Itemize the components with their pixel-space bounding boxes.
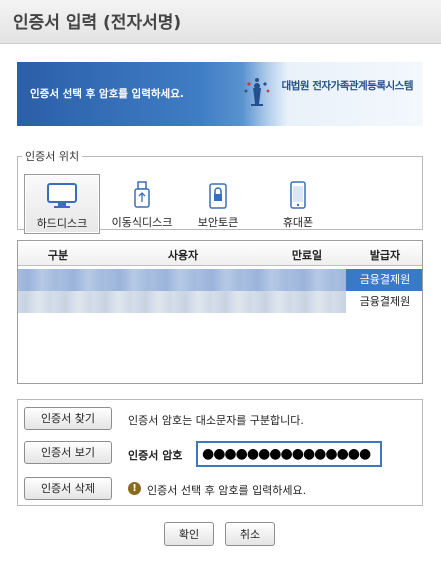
issuer-cell: 금융결제원: [346, 269, 422, 291]
banner: 인증서 선택 후 암호를 입력하세요. 대법원 전자가족관계등록시스템: [17, 62, 423, 126]
location-mobile-phone[interactable]: 휴대폰: [260, 174, 336, 234]
court-emblem-icon: [244, 78, 270, 106]
title-bar: 인증서 입력 (전자서명): [0, 0, 441, 44]
cert-location-legend: 인증서 위치: [25, 150, 80, 163]
cert-location-group: 인증서 위치 하드디스크 이동식디스크 보안토큰 휴대폰: [17, 148, 423, 234]
location-removable-disk[interactable]: 이동식디스크: [104, 174, 180, 234]
password-input[interactable]: ●●●●●●●●●●●●●●●: [196, 441, 382, 467]
column-header-user[interactable]: 사용자: [98, 247, 268, 263]
case-sensitive-notice: 인증서 암호는 대소문자를 구분합니다.: [128, 414, 304, 427]
column-header-type[interactable]: 구분: [18, 247, 98, 263]
redacted-cert-info: [18, 291, 346, 313]
window-title: 인증서 입력 (전자서명): [13, 13, 182, 33]
cancel-button[interactable]: 취소: [225, 522, 275, 546]
password-panel: 인증서 찾기 인증서 보기 인증서 삭제 인증서 암호는 대소문자를 구분합니다…: [17, 399, 423, 506]
issuer-cell: 금융결제원: [359, 295, 411, 308]
column-header-expiry[interactable]: 만료일: [268, 247, 346, 263]
ok-button[interactable]: 확인: [164, 522, 214, 546]
location-label: 휴대폰: [282, 216, 314, 229]
banner-text: 인증서 선택 후 암호를 입력하세요.: [30, 88, 184, 100]
warning-text: 인증서 선택 후 암호를 입력하세요.: [147, 484, 307, 497]
certificate-list-header: 구분 사용자 만료일 발급자: [18, 241, 422, 266]
table-row[interactable]: 금융결제원: [18, 291, 422, 313]
location-label: 보안토큰: [197, 216, 239, 229]
redacted-cert-info: [18, 269, 346, 291]
monitor-icon: [47, 183, 77, 208]
table-row[interactable]: 금융결제원: [18, 269, 422, 291]
location-label: 하드디스크: [36, 217, 88, 230]
view-certificate-button[interactable]: 인증서 보기: [24, 441, 112, 464]
mobile-phone-icon: [290, 181, 306, 209]
delete-certificate-button[interactable]: 인증서 삭제: [24, 477, 112, 500]
warning-icon: !: [128, 482, 141, 495]
find-certificate-button[interactable]: 인증서 찾기: [24, 407, 112, 430]
usb-icon: [134, 181, 150, 208]
column-header-issuer[interactable]: 발급자: [346, 247, 422, 263]
security-token-icon: [209, 183, 227, 209]
password-label: 인증서 암호: [128, 449, 183, 462]
location-hard-disk[interactable]: 하드디스크: [24, 174, 100, 234]
location-security-token[interactable]: 보안토큰: [180, 174, 256, 234]
certificate-list[interactable]: 구분 사용자 만료일 발급자 금융결제원 금융결제원: [17, 240, 423, 384]
location-label: 이동식디스크: [111, 216, 173, 229]
org-name: 대법원 전자가족관계등록시스템: [281, 80, 414, 92]
